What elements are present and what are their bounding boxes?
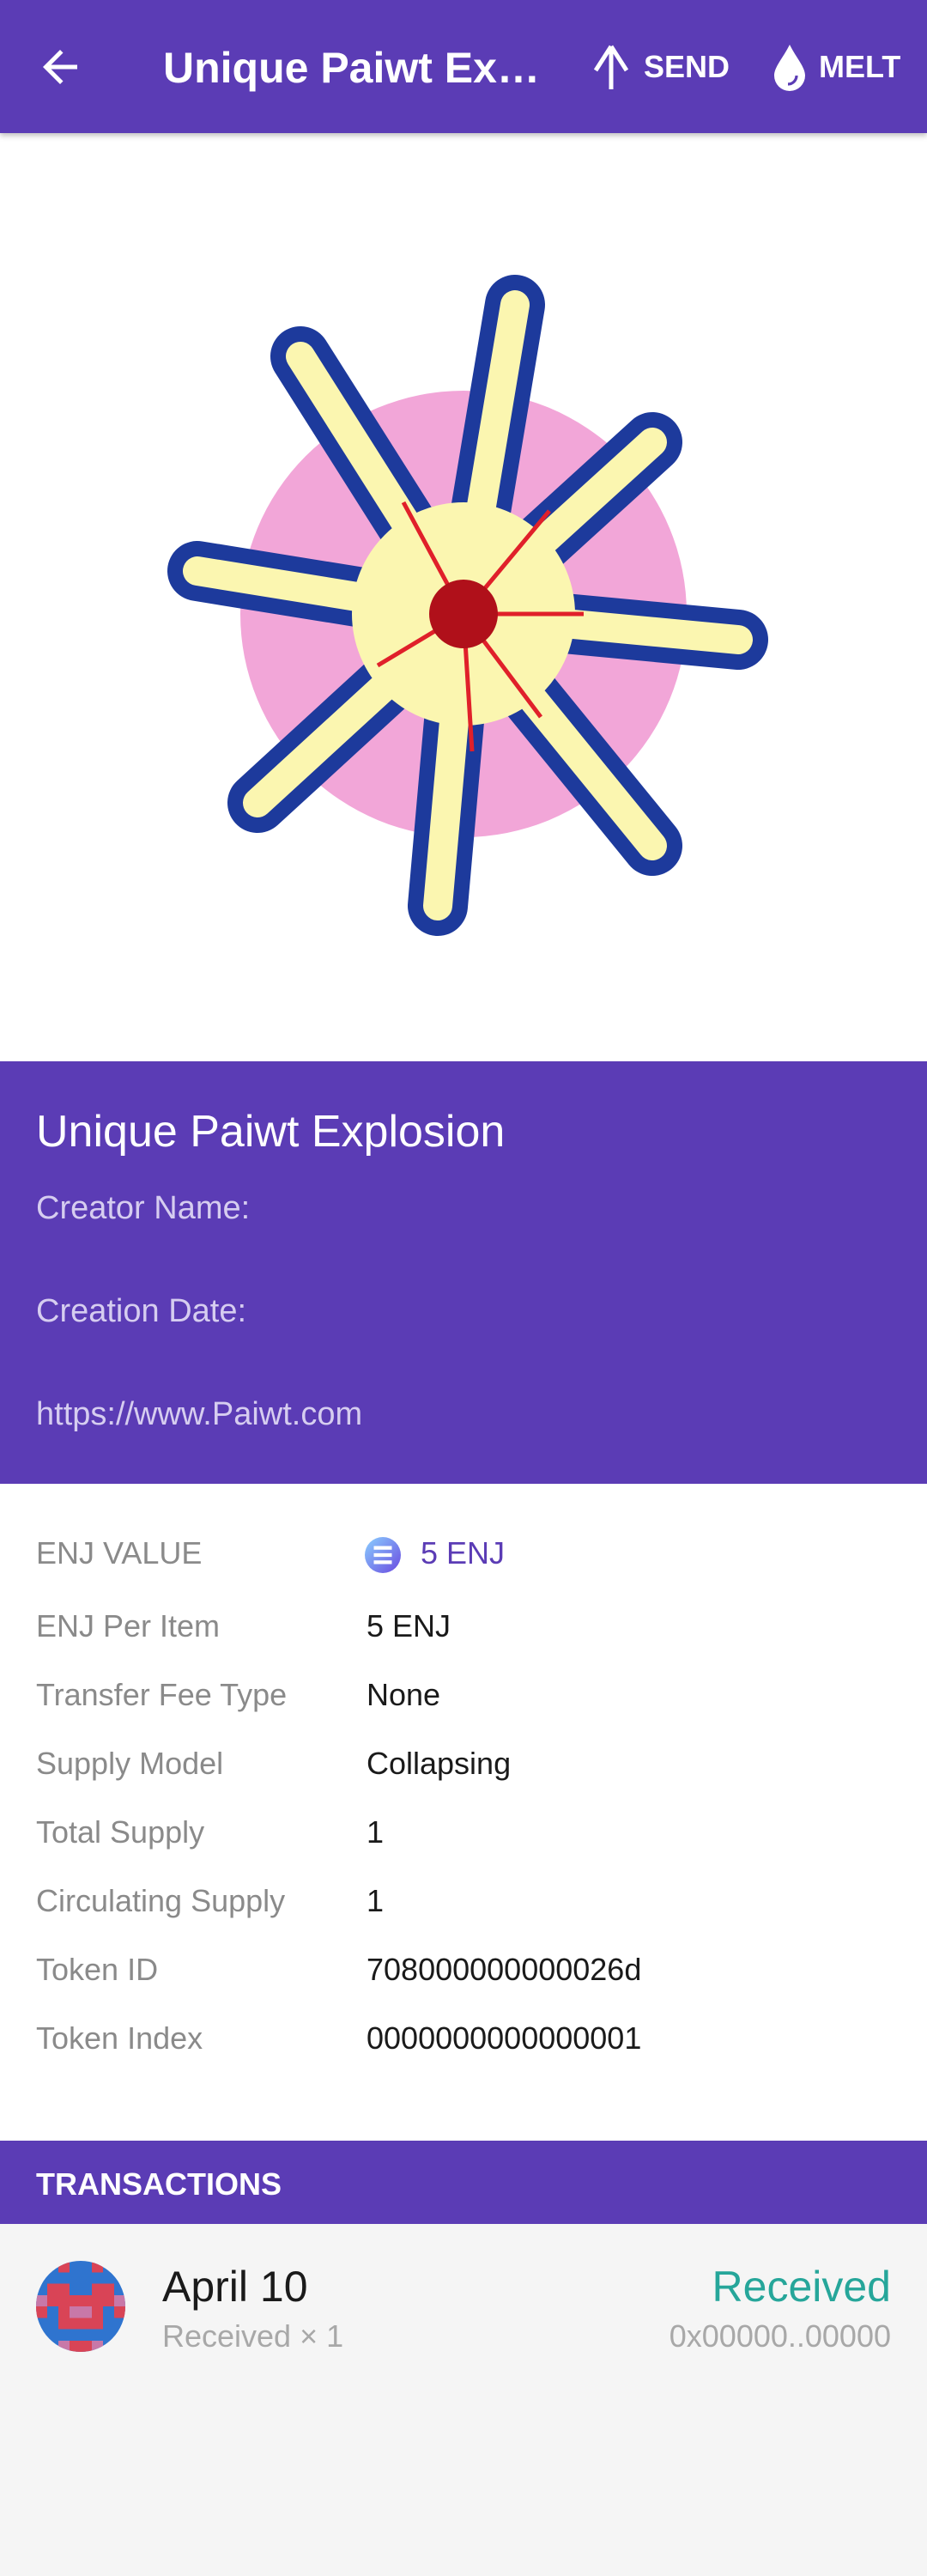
page-title: Unique Paiwt Explosion <box>163 44 558 92</box>
detail-value: 5 ENJ <box>421 1535 506 1571</box>
detail-label: Token Index <box>36 2020 203 2056</box>
detail-row: ENJ Per Item 5 ENJ <box>0 1600 927 1651</box>
detail-label: Circulating Supply <box>36 1883 286 1918</box>
detail-value: 5 ENJ <box>367 1608 451 1643</box>
item-details: ENJ VALUE 5 ENJ ENJ Per Item 5 ENJ Transf… <box>0 1484 927 2141</box>
avatar <box>36 2261 125 2352</box>
detail-value: 708000000000026d <box>367 1952 642 1987</box>
app-bar: Unique Paiwt Explosion SEND MELT <box>0 0 927 133</box>
detail-label: ENJ VALUE <box>36 1535 203 1571</box>
detail-row: Supply Model Collapsing <box>0 1737 927 1789</box>
transaction-date: April 10 <box>162 2263 308 2311</box>
arrow-up-icon <box>593 45 629 89</box>
detail-row-enj-value: ENJ VALUE 5 ENJ <box>0 1527 927 1578</box>
detail-value: Collapsing <box>367 1746 512 1781</box>
detail-label: Supply Model <box>36 1746 224 1781</box>
creation-date-label: Creation Date: <box>36 1293 247 1329</box>
detail-row: Token ID 708000000000026d <box>0 1943 927 1995</box>
detail-value: 1 <box>367 1814 385 1850</box>
detail-row: Transfer Fee Type None <box>0 1668 927 1720</box>
melt-label: MELT <box>819 49 901 84</box>
water-drop-icon <box>774 45 805 91</box>
transactions-header: TRANSACTIONS <box>0 2141 927 2224</box>
detail-value: 0000000000000001 <box>367 2020 642 2056</box>
detail-value: None <box>367 1677 441 1712</box>
item-artwork <box>0 133 927 1061</box>
detail-label: Transfer Fee Type <box>36 1677 288 1712</box>
enj-coin-icon <box>365 1537 401 1573</box>
transactions-title: TRANSACTIONS <box>36 2166 282 2202</box>
transaction-row[interactable]: April 10 Received × 1 Received 0x00000..… <box>0 2224 927 2387</box>
detail-label: Token ID <box>36 1952 159 1987</box>
detail-row: Token Index 0000000000000001 <box>0 2012 927 2063</box>
detail-label: ENJ Per Item <box>36 1608 221 1643</box>
back-arrow-icon[interactable] <box>34 41 86 93</box>
melt-button[interactable]: MELT <box>772 43 900 91</box>
detail-label: Total Supply <box>36 1814 205 1850</box>
transaction-summary: Received × 1 <box>162 2318 344 2354</box>
item-info: Unique Paiwt Explosion Creator Name: Cre… <box>0 1061 927 1484</box>
transaction-address: 0x00000..00000 <box>669 2318 891 2354</box>
transaction-status: Received <box>712 2263 891 2311</box>
detail-value: 1 <box>367 1883 385 1918</box>
artwork-image <box>167 275 768 936</box>
item-url-link[interactable]: https://www.Paiwt.com <box>36 1396 362 1433</box>
creator-name-label: Creator Name: <box>36 1190 251 1226</box>
send-label: SEND <box>644 49 730 84</box>
detail-row: Circulating Supply 1 <box>0 1874 927 1926</box>
item-name: Unique Paiwt Explosion <box>36 1107 506 1157</box>
send-button[interactable]: SEND <box>591 43 730 91</box>
detail-row: Total Supply 1 <box>0 1806 927 1857</box>
